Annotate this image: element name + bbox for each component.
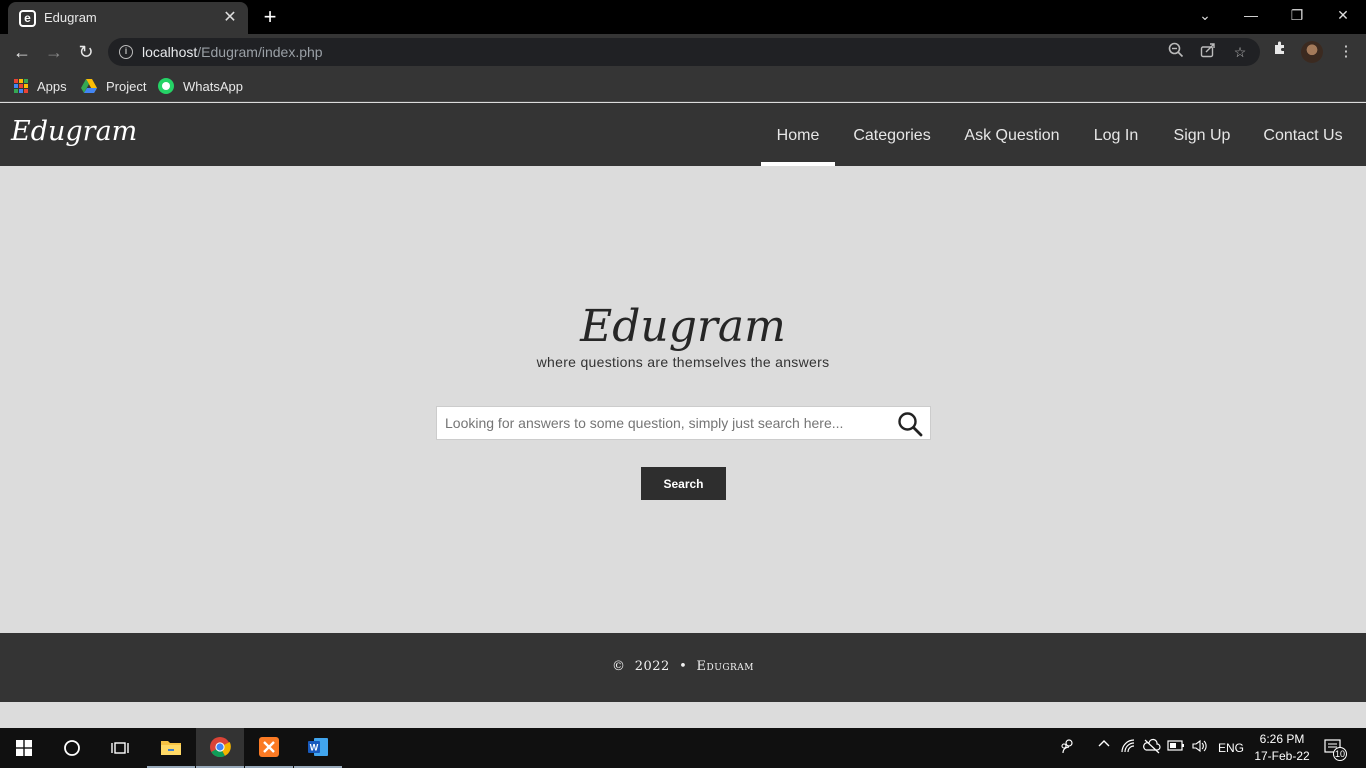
zoom-icon[interactable] [1166,42,1186,62]
task-view-icon[interactable] [96,728,144,768]
tab-title: Edugram [44,10,97,25]
restore-button[interactable]: ❐ [1274,0,1320,30]
volume-icon[interactable] [1191,738,1209,757]
footer-copyright: © 2022 • Edugram [0,659,1366,674]
apps-grid-icon [14,79,28,93]
nav-contact-us[interactable]: Contact Us [1258,103,1348,166]
bookmarks-bar: Apps Project WhatsApp [0,70,1366,102]
windows-start-icon[interactable] [0,728,48,768]
bookmark-label: Project [106,78,147,94]
nav-log-in[interactable]: Log In [1086,103,1146,166]
footer-separator: • [679,659,688,674]
minimize-button[interactable]: — [1228,0,1274,30]
back-arrow-icon[interactable]: ← [8,38,36,66]
action-center-icon[interactable]: 10 [1324,738,1347,761]
onedrive-offline-icon[interactable] [1143,738,1161,757]
battery-icon[interactable] [1167,738,1185,755]
search-button[interactable]: Search [641,467,726,500]
menu-kebab-icon[interactable]: ⋮ [1334,38,1358,66]
edugram-favicon-icon: e [19,10,36,27]
bookmark-apps[interactable]: Apps [14,76,67,96]
nav-home[interactable]: Home [761,103,835,166]
nav-sign-up[interactable]: Sign Up [1166,103,1238,166]
main-content: Edugram where questions are themselves t… [0,166,1366,633]
notification-count-badge: 10 [1333,747,1347,761]
bookmark-project[interactable]: Project [81,76,146,96]
wifi-icon[interactable] [1120,738,1136,757]
file-explorer-icon[interactable] [147,728,195,768]
word-icon[interactable]: W [294,728,342,768]
people-icon[interactable] [1060,738,1076,757]
footer-brand: Edugram [696,659,755,674]
tab-search-chevron-icon[interactable]: ⌄ [1182,0,1228,30]
whatsapp-icon [158,78,174,94]
browser-tab-strip: e Edugram ✕ + ⌄ — ❐ ✕ [0,0,1366,34]
bookmark-star-icon[interactable]: ☆ [1230,42,1250,62]
bookmark-label: WhatsApp [183,78,243,94]
chrome-icon[interactable] [196,728,244,768]
search-input[interactable] [437,407,887,439]
footer-year: 2022 [634,659,670,674]
cortana-search-icon[interactable] [48,728,96,768]
nav-ask-question[interactable]: Ask Question [958,103,1066,166]
search-icon[interactable] [897,411,923,437]
url-host: localhost [142,44,198,60]
tab-close-icon[interactable]: ✕ [220,8,240,28]
google-drive-icon [81,79,97,93]
new-tab-button[interactable]: + [258,4,282,30]
hero-title: Edugram [580,301,786,352]
close-window-button[interactable]: ✕ [1320,0,1366,30]
search-box [436,406,931,440]
site-footer: © 2022 • Edugram [0,633,1366,702]
address-bar[interactable]: i localhost/Edugram/index.php ☆ [108,38,1260,66]
url-path: /Edugram/index.php [197,44,323,60]
forward-arrow-icon[interactable]: → [40,38,68,66]
url-text[interactable]: localhost/Edugram/index.php [142,44,323,60]
show-hidden-icons-chevron-icon[interactable] [1097,736,1111,753]
windows-taskbar: W ENG 6:26 PM 17-Feb-22 10 [0,728,1366,768]
hero-tagline: where questions are themselves the answe… [536,354,830,370]
input-language[interactable]: ENG [1218,741,1244,755]
profile-avatar[interactable] [1301,41,1323,63]
browser-toolbar: ← → ↻ i localhost/Edugram/index.php ☆ ⋮ [0,34,1366,70]
clock-time: 6:26 PM [1259,732,1305,746]
bookmark-whatsapp[interactable]: WhatsApp [158,76,243,96]
site-navbar: Edugram Home Categories Ask Question Log… [0,103,1366,166]
browser-tab[interactable]: e Edugram ✕ [8,2,248,34]
copyright-symbol: © [611,659,626,674]
svg-text:W: W [310,743,319,753]
xampp-icon[interactable] [245,728,293,768]
share-icon[interactable] [1198,42,1218,62]
site-logo[interactable]: Edugram [11,116,137,147]
taskbar-clock[interactable]: 6:26 PM 17-Feb-22 [1244,731,1320,765]
bookmark-label: Apps [37,78,67,94]
clock-date: 17-Feb-22 [1254,749,1310,763]
nav-categories[interactable]: Categories [846,103,938,166]
extensions-puzzle-icon[interactable] [1268,38,1292,66]
reload-icon[interactable]: ↻ [72,38,100,66]
site-info-icon[interactable]: i [119,45,133,59]
